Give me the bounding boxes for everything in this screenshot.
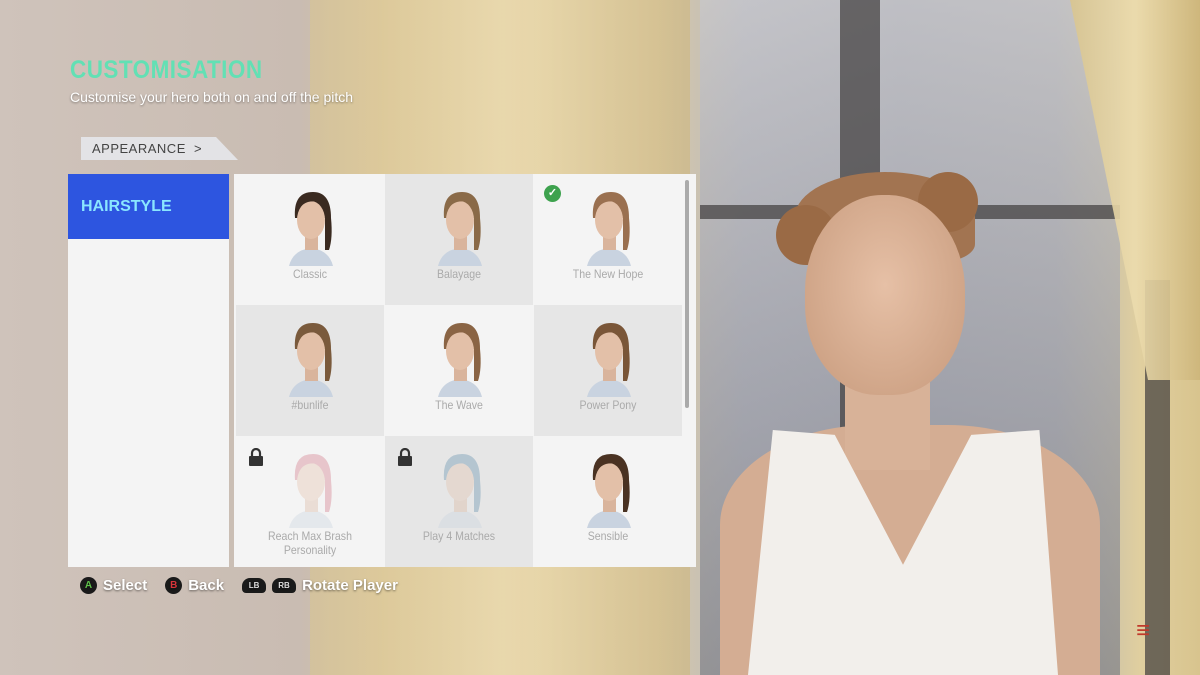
b-button-icon: B xyxy=(165,577,183,594)
hairstyle-portrait xyxy=(438,454,482,528)
hairstyle-option[interactable]: The Wave xyxy=(385,305,533,436)
sidebar-item-label: HAIRSTYLE xyxy=(81,198,172,215)
hairstyle-option[interactable]: Play 4 Matches xyxy=(385,436,533,567)
hairstyle-label: #bunlife xyxy=(291,398,329,412)
hairstyle-label: Balayage xyxy=(436,267,482,281)
scrollbar[interactable] xyxy=(685,180,689,408)
hairstyle-option[interactable]: Reach Max Brash Personality xyxy=(236,436,384,567)
watermark-logo: ≡ xyxy=(1136,617,1151,644)
hairstyle-label: Play 4 Matches xyxy=(422,529,496,543)
hairstyle-label: Sensible xyxy=(587,529,629,543)
lb-button-icon: LB xyxy=(242,578,267,593)
hairstyle-portrait xyxy=(289,323,333,397)
breadcrumb-label: APPEARANCE xyxy=(92,141,186,156)
hairstyle-option[interactable]: Classic xyxy=(236,174,384,305)
hairstyle-option[interactable]: Power Pony xyxy=(534,305,682,436)
hairstyle-grid: Classic Balayage ✓ The New Hope #bunlife… xyxy=(234,174,696,567)
button-hints: A Select B Back LB RB Rotate Player xyxy=(80,577,398,594)
hint-select[interactable]: Select xyxy=(103,577,147,594)
lock-icon xyxy=(398,448,412,466)
hairstyle-label: Reach Max Brash Personality xyxy=(268,529,352,557)
hairstyle-label: The Wave xyxy=(435,398,483,412)
hairstyle-label: The New Hope xyxy=(572,267,644,281)
page-subtitle: Customise your hero both on and off the … xyxy=(70,89,354,105)
hairstyle-option[interactable]: Sensible xyxy=(534,436,682,567)
hairstyle-portrait xyxy=(587,323,631,397)
page-title: CUSTOMISATION xyxy=(70,56,263,84)
hairstyle-portrait xyxy=(438,192,482,266)
hairstyle-option[interactable]: #bunlife xyxy=(236,305,384,436)
hairstyle-portrait xyxy=(289,454,333,528)
lock-icon xyxy=(249,448,263,466)
rb-button-icon: RB xyxy=(272,578,297,593)
a-button-icon: A xyxy=(80,577,97,594)
hairstyle-label: Classic xyxy=(292,267,328,281)
breadcrumb[interactable]: APPEARANCE > xyxy=(81,137,238,160)
hairstyle-portrait xyxy=(587,192,631,266)
sidebar-item-hairstyle[interactable]: HAIRSTYLE xyxy=(68,174,229,239)
hint-back[interactable]: Back xyxy=(188,577,224,594)
hairstyle-option[interactable]: Balayage xyxy=(385,174,533,305)
hint-rotate[interactable]: Rotate Player xyxy=(302,577,398,594)
hairstyle-label: Power Pony xyxy=(579,398,637,412)
hairstyle-option[interactable]: ✓ The New Hope xyxy=(534,174,682,305)
check-circle-icon: ✓ xyxy=(544,185,561,202)
hairstyle-portrait xyxy=(438,323,482,397)
hairstyle-portrait xyxy=(289,192,333,266)
chevron-right-icon: > xyxy=(194,141,203,156)
hairstyle-portrait xyxy=(587,454,631,528)
